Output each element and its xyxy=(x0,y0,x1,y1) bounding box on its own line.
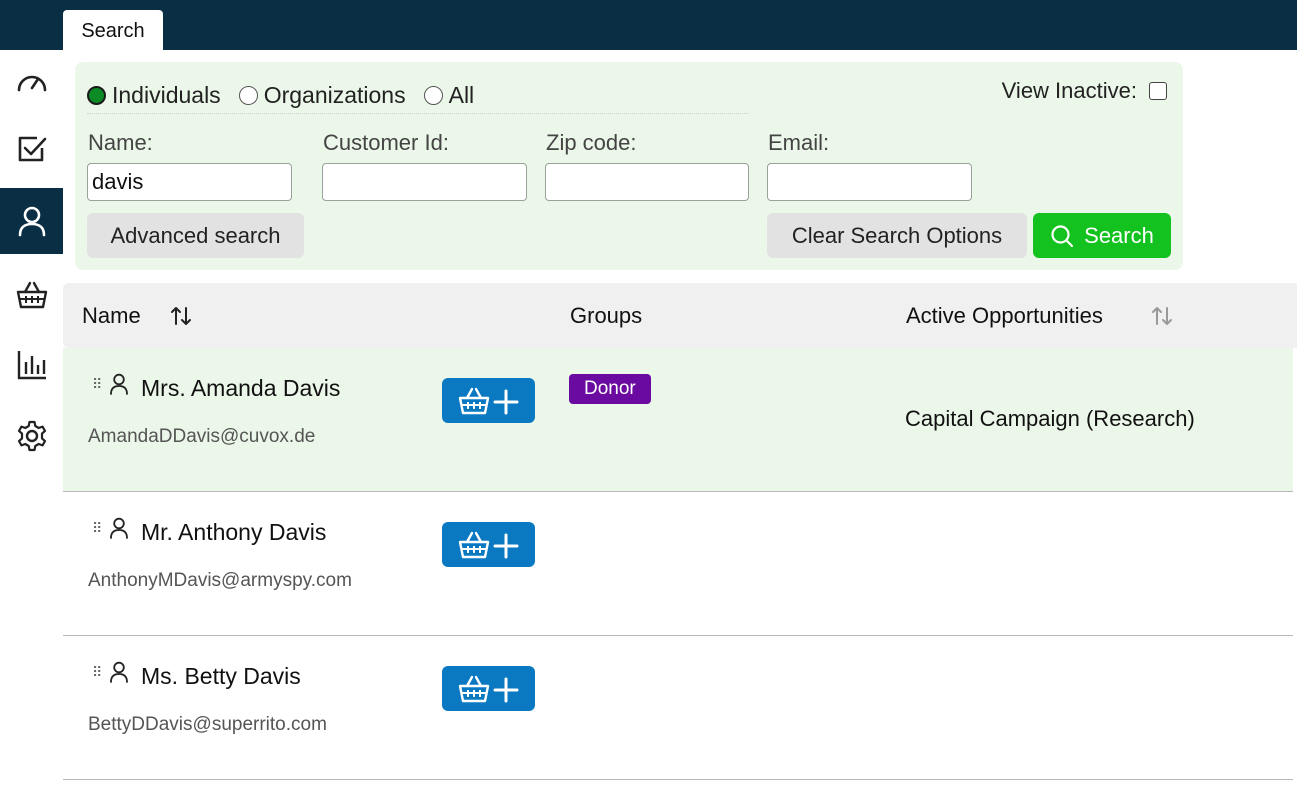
search-button-label: Search xyxy=(1084,222,1154,248)
basket-icon xyxy=(16,281,47,309)
gauge-icon xyxy=(17,75,46,92)
column-header-active-opportunities[interactable]: Active Opportunities xyxy=(906,303,1103,329)
name-label: Name: xyxy=(88,130,153,155)
basket-plus-icon xyxy=(458,387,518,414)
checkbox-icon xyxy=(18,136,46,162)
customer-id-label: Customer Id: xyxy=(323,130,449,155)
sidebar-item-constituents[interactable] xyxy=(0,188,63,254)
contact-name[interactable]: Ms. Betty Davis xyxy=(141,663,301,690)
column-header-name[interactable]: Name xyxy=(82,303,141,329)
bar-chart-icon xyxy=(17,351,46,380)
add-to-basket-button[interactable] xyxy=(442,666,535,711)
active-opportunity[interactable]: Capital Campaign (Research) xyxy=(905,406,1195,432)
zip-code-input[interactable] xyxy=(545,163,749,201)
sidebar-item-tasks[interactable] xyxy=(0,116,63,182)
customer-id-input[interactable] xyxy=(322,163,527,201)
tab-search[interactable]: Search xyxy=(63,10,163,50)
drag-handle-icon[interactable]: ⠿ xyxy=(92,376,102,393)
radio-button[interactable] xyxy=(238,86,258,105)
clear-search-options-button[interactable]: Clear Search Options xyxy=(767,213,1027,258)
email-label: Email: xyxy=(768,130,830,155)
radio-button-checked[interactable] xyxy=(87,86,106,105)
person-icon xyxy=(18,206,45,237)
person-icon xyxy=(110,517,128,539)
view-inactive-checkbox[interactable] xyxy=(1149,82,1167,100)
table-row[interactable]: ⠿ Ms. Betty Davis BettyDDavis@superrito.… xyxy=(63,636,1293,780)
contact-email: BettyDDavis@superrito.com xyxy=(88,714,327,735)
radio-organizations-label: Organizations xyxy=(263,82,406,108)
group-badge-donor: Donor xyxy=(569,374,651,404)
add-to-basket-button[interactable] xyxy=(442,522,535,567)
radio-individuals[interactable]: Individuals xyxy=(87,82,221,109)
zip-code-label: Zip code: xyxy=(546,130,637,155)
sidebar-item-settings[interactable] xyxy=(0,403,63,469)
drag-handle-icon[interactable]: ⠿ xyxy=(92,664,102,681)
sidebar-item-reports[interactable] xyxy=(0,332,63,398)
radio-individuals-label: Individuals xyxy=(112,82,221,108)
sidebar-item-store[interactable] xyxy=(0,262,63,328)
column-header-groups: Groups xyxy=(570,303,643,328)
view-inactive-label: View Inactive: xyxy=(1001,78,1137,103)
contact-name[interactable]: Mrs. Amanda Davis xyxy=(141,375,340,402)
type-radio-group: Individuals Organizations All xyxy=(87,78,749,114)
radio-button[interactable] xyxy=(423,86,443,105)
search-icon xyxy=(1051,224,1074,247)
email-input[interactable] xyxy=(767,163,972,201)
table-row[interactable]: ⠿ Mrs. Amanda Davis AmandaDDavis@cuvox.d… xyxy=(63,348,1293,492)
top-bar: Search xyxy=(0,0,1297,50)
sidebar xyxy=(0,50,63,787)
view-inactive: View Inactive: xyxy=(1002,78,1167,104)
radio-all[interactable]: All xyxy=(423,82,475,109)
person-icon xyxy=(110,373,128,395)
search-panel: Individuals Organizations All View Inact… xyxy=(75,62,1183,270)
radio-all-label: All xyxy=(448,82,475,108)
drag-handle-icon[interactable]: ⠿ xyxy=(92,520,102,537)
advanced-search-button[interactable]: Advanced search xyxy=(87,213,304,258)
contact-name[interactable]: Mr. Anthony Davis xyxy=(141,519,326,546)
gear-icon xyxy=(17,420,46,452)
contact-email: AmandaDDavis@cuvox.de xyxy=(88,426,316,447)
search-button[interactable]: Search xyxy=(1033,213,1171,258)
sort-icon[interactable] xyxy=(1149,303,1175,329)
add-to-basket-button[interactable] xyxy=(442,378,535,423)
radio-organizations[interactable]: Organizations xyxy=(238,82,406,109)
sidebar-item-dashboard[interactable] xyxy=(0,50,63,116)
name-input[interactable]: davis xyxy=(87,163,292,201)
table-row[interactable]: ⠿ Mr. Anthony Davis AnthonyMDavis@armysp… xyxy=(63,492,1293,636)
contact-email: AnthonyMDavis@armyspy.com xyxy=(88,570,352,591)
basket-plus-icon xyxy=(458,531,518,558)
person-icon xyxy=(110,661,128,683)
sort-icon[interactable] xyxy=(168,303,194,329)
basket-plus-icon xyxy=(458,675,518,702)
results-table-header: Name Groups Active Opportunities xyxy=(63,283,1297,348)
